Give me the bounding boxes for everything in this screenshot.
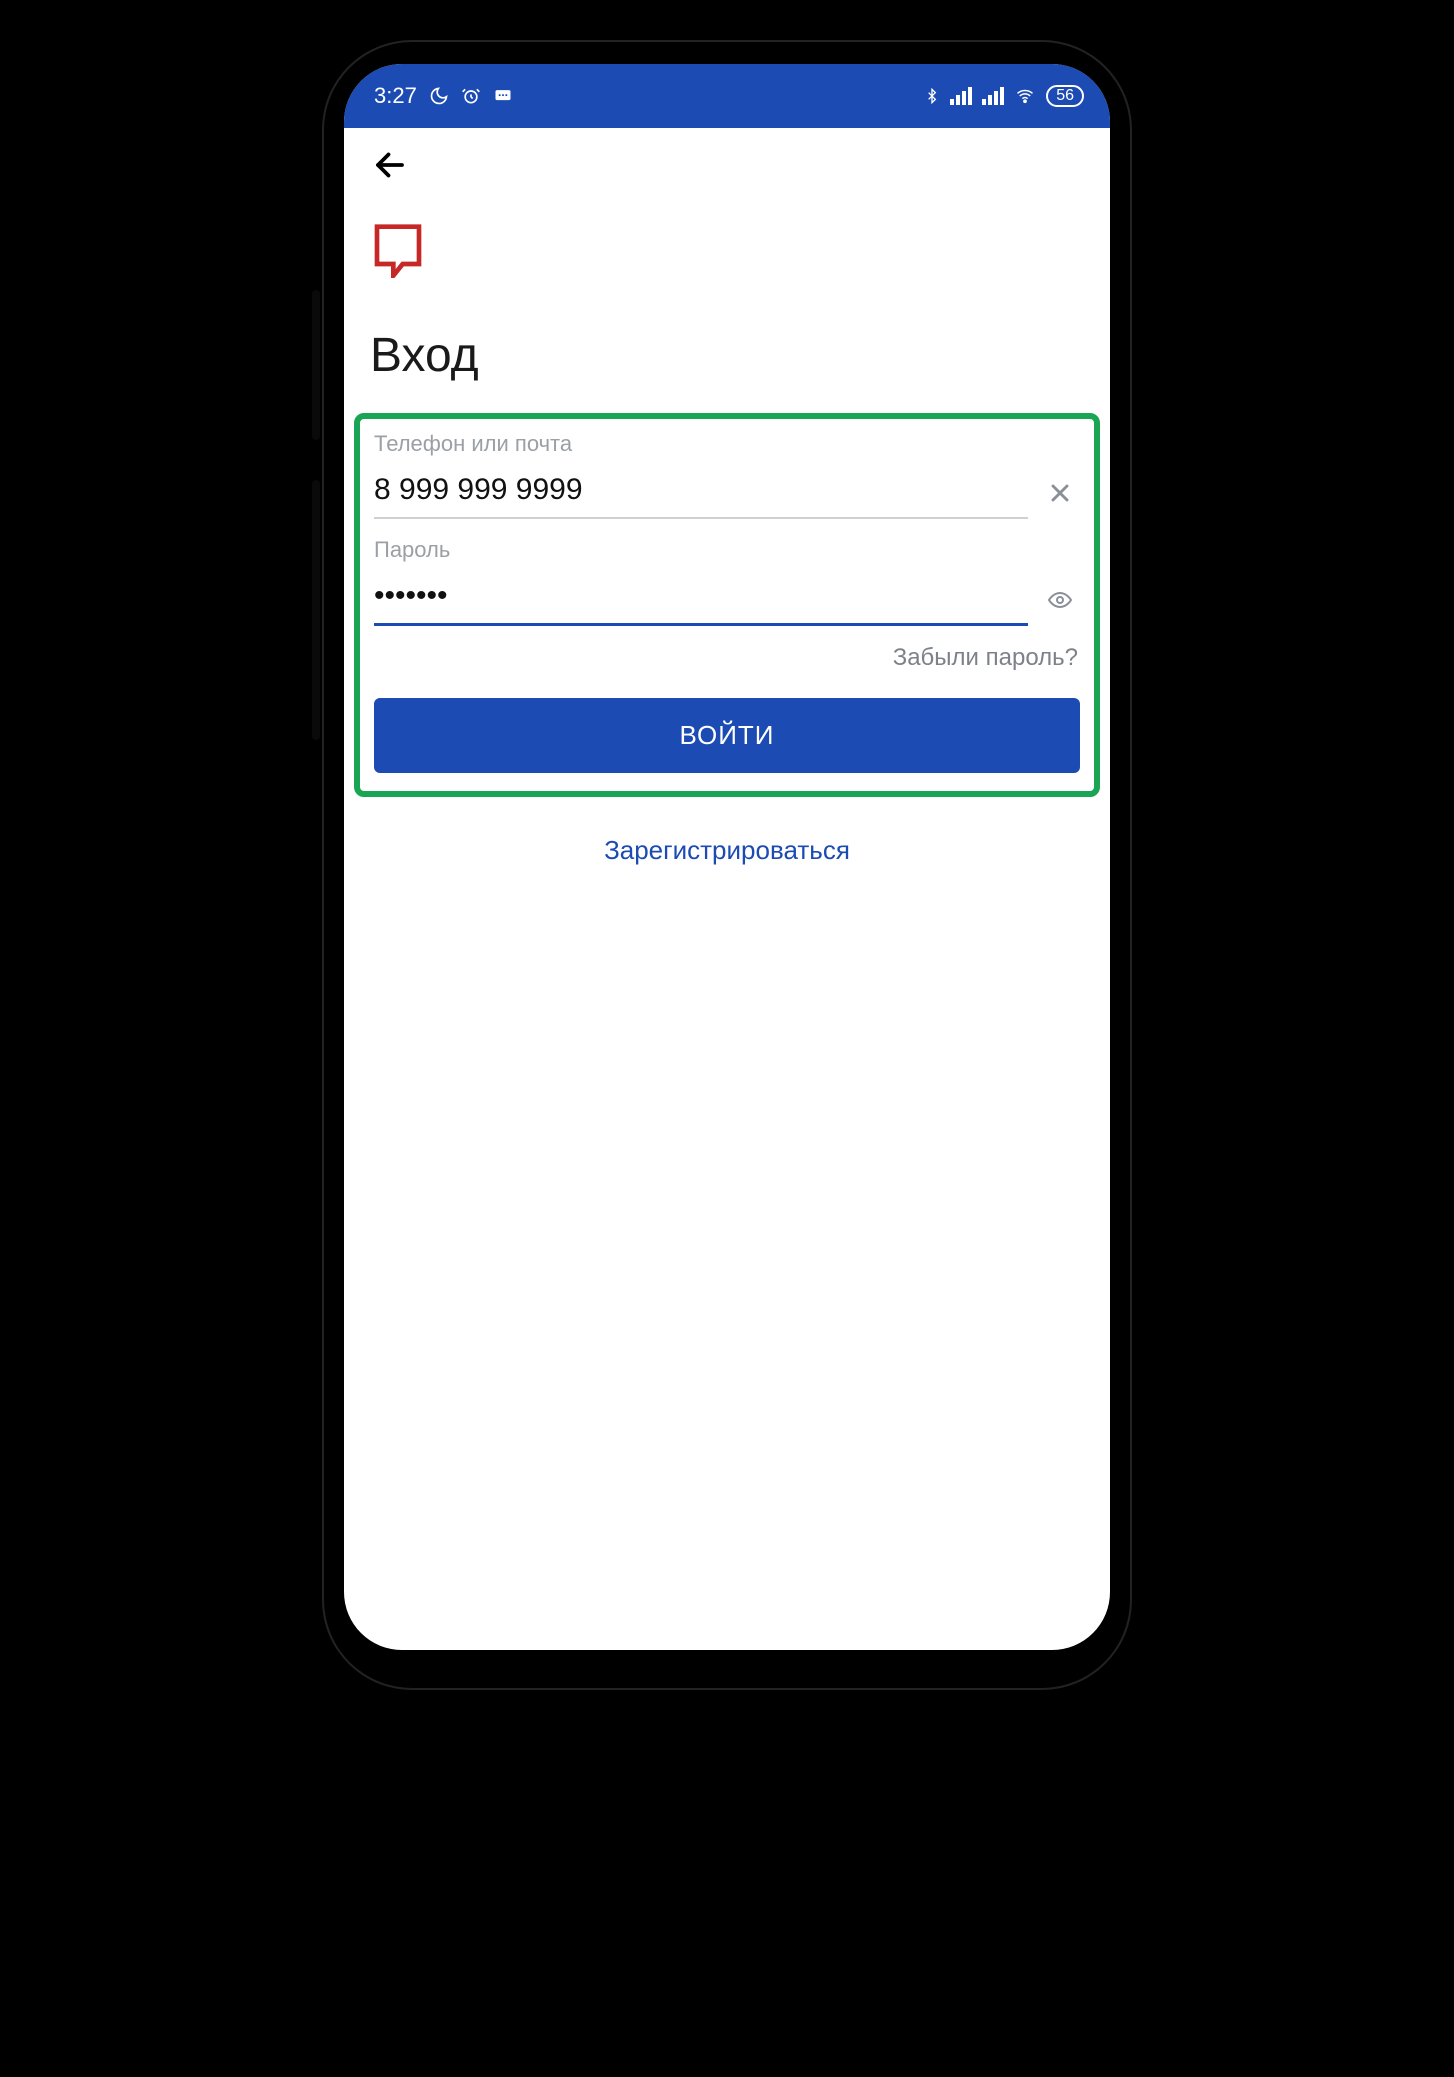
wifi-icon <box>1014 87 1036 105</box>
status-right: 56 <box>924 85 1084 107</box>
phone-field: Телефон или почта <box>374 431 1080 519</box>
login-button[interactable]: ВОЙТИ <box>374 698 1080 773</box>
register-link[interactable]: Зарегистрироваться <box>364 835 1090 866</box>
message-icon <box>493 86 513 106</box>
app-logo-icon <box>370 222 426 278</box>
forgot-password-link[interactable]: Забыли пароль? <box>374 644 1078 672</box>
battery-indicator: 56 <box>1046 85 1084 107</box>
password-input[interactable] <box>374 573 1028 626</box>
phone-label: Телефон или почта <box>374 431 1080 457</box>
back-button[interactable] <box>364 141 416 196</box>
password-label: Пароль <box>374 537 1080 563</box>
alarm-icon <box>461 86 481 106</box>
clear-icon[interactable] <box>1040 473 1080 513</box>
phone-frame: 3:27 56 <box>322 40 1132 1690</box>
signal-icon-2 <box>982 87 1004 105</box>
login-form-highlight: Телефон или почта Пароль <box>354 413 1100 797</box>
status-left: 3:27 <box>374 83 513 109</box>
page-title: Вход <box>364 328 1090 383</box>
status-time: 3:27 <box>374 83 417 109</box>
eye-icon[interactable] <box>1040 580 1080 620</box>
bluetooth-icon <box>924 86 940 106</box>
moon-icon <box>429 86 449 106</box>
android-status-bar: 3:27 56 <box>344 64 1110 128</box>
phone-input[interactable] <box>374 467 1028 519</box>
login-content: Вход Телефон или почта Пароль <box>344 208 1110 1650</box>
app-bar <box>344 128 1110 208</box>
phone-screen: 3:27 56 <box>344 64 1110 1650</box>
password-field: Пароль <box>374 537 1080 626</box>
signal-icon <box>950 87 972 105</box>
